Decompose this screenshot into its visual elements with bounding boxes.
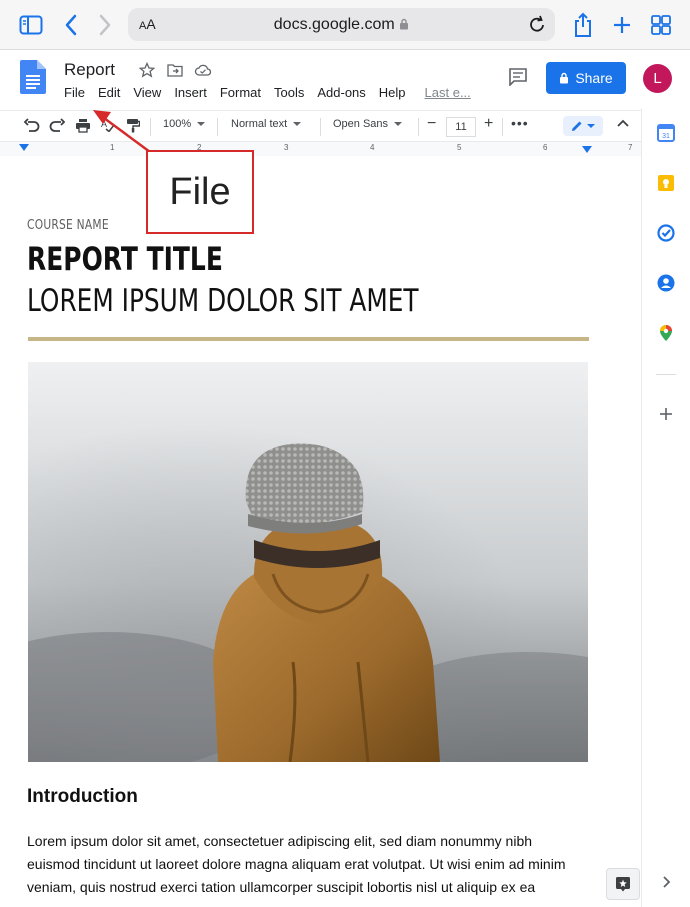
account-avatar[interactable]: L: [643, 64, 672, 93]
url-text: docs.google.com: [128, 16, 555, 34]
star-icon[interactable]: [137, 60, 157, 80]
document-title[interactable]: Report: [64, 60, 115, 80]
paragraph-style-select[interactable]: Normal text: [231, 118, 301, 130]
google-docs-logo-icon[interactable]: [20, 60, 46, 94]
move-folder-icon[interactable]: [165, 60, 185, 80]
reload-icon[interactable]: [528, 14, 546, 39]
new-tab-icon[interactable]: [609, 12, 635, 38]
editing-mode-button[interactable]: [563, 116, 603, 136]
ruler-number: 7: [628, 143, 633, 152]
left-indent-marker-icon[interactable]: [19, 144, 29, 152]
ruler-number: 1: [110, 143, 115, 152]
callout-text: File: [169, 170, 231, 213]
ruler-number: 6: [543, 143, 548, 152]
collapse-menus-icon[interactable]: [617, 119, 629, 127]
report-subtitle: LOREM IPSUM DOLOR SIT AMET: [27, 283, 419, 319]
formatting-toolbar: A 100% Normal text Open Sans − 11 + •••: [0, 110, 641, 142]
redo-icon[interactable]: [49, 118, 66, 132]
last-edit-link[interactable]: Last e...: [425, 85, 471, 100]
course-name: COURSE NAME: [27, 218, 109, 233]
cloud-saved-icon[interactable]: [193, 60, 213, 80]
side-panel: 31: [641, 108, 690, 907]
paint-format-icon[interactable]: [126, 118, 140, 133]
address-bar[interactable]: AA docs.google.com: [128, 8, 555, 41]
contacts-icon[interactable]: [657, 274, 675, 292]
menu-edit[interactable]: Edit: [98, 85, 120, 100]
sidebar-icon[interactable]: [18, 12, 44, 38]
menu-help[interactable]: Help: [379, 85, 406, 100]
lock-icon: [400, 18, 409, 30]
forward-icon[interactable]: [92, 12, 118, 38]
menu-addons[interactable]: Add-ons: [317, 85, 365, 100]
font-family-select[interactable]: Open Sans: [333, 118, 402, 130]
spellcheck-icon[interactable]: A: [101, 118, 115, 132]
comment-icon[interactable]: [508, 68, 528, 91]
menu-format[interactable]: Format: [220, 85, 261, 100]
explore-button[interactable]: [606, 868, 640, 900]
ruler-number: 3: [284, 143, 289, 152]
tasks-icon[interactable]: [657, 224, 675, 242]
menu-insert[interactable]: Insert: [174, 85, 207, 100]
menu-tools[interactable]: Tools: [274, 85, 304, 100]
svg-text:A: A: [101, 119, 107, 129]
svg-text:31: 31: [662, 133, 670, 140]
ruler-number: 4: [370, 143, 375, 152]
browser-toolbar: AA docs.google.com: [0, 0, 690, 50]
share-sheet-icon[interactable]: [570, 12, 596, 38]
keep-icon[interactable]: [657, 174, 675, 192]
report-title: REPORT TITLE: [27, 240, 223, 278]
ruler[interactable]: 1 2 3 4 5 6 7: [0, 142, 641, 157]
menu-view[interactable]: View: [133, 85, 161, 100]
cover-photo: [28, 362, 588, 762]
intro-heading: Introduction: [27, 786, 138, 807]
divider-rule: [28, 337, 589, 341]
decrease-font-size-button[interactable]: −: [427, 115, 436, 133]
share-button[interactable]: Share: [546, 62, 626, 94]
menu-bar: File Edit View Insert Format Tools Add-o…: [64, 85, 484, 100]
undo-icon[interactable]: [23, 118, 40, 132]
calendar-icon[interactable]: 31: [657, 124, 675, 142]
explore-icon: [616, 877, 630, 892]
more-options-icon[interactable]: •••: [511, 115, 529, 131]
lock-icon: [560, 72, 569, 84]
intro-paragraph: Lorem ipsum dolor sit amet, consectetuer…: [27, 833, 566, 895]
print-icon[interactable]: [75, 118, 91, 133]
ruler-number: 5: [457, 143, 462, 152]
document-page[interactable]: COURSE NAME REPORT TITLE LOREM IPSUM DOL…: [0, 156, 641, 907]
font-size-input[interactable]: 11: [446, 117, 476, 137]
pencil-icon: [572, 121, 582, 131]
tabs-overview-icon[interactable]: [648, 12, 674, 38]
menu-file[interactable]: File: [64, 85, 85, 100]
expand-panel-icon[interactable]: [657, 873, 675, 891]
zoom-select[interactable]: 100%: [163, 118, 205, 130]
back-icon[interactable]: [58, 12, 84, 38]
maps-icon[interactable]: [657, 324, 675, 342]
right-indent-marker-icon[interactable]: [582, 146, 592, 154]
increase-font-size-button[interactable]: +: [484, 115, 493, 133]
annotation-callout: File: [146, 150, 254, 234]
add-addon-icon[interactable]: [657, 405, 675, 423]
